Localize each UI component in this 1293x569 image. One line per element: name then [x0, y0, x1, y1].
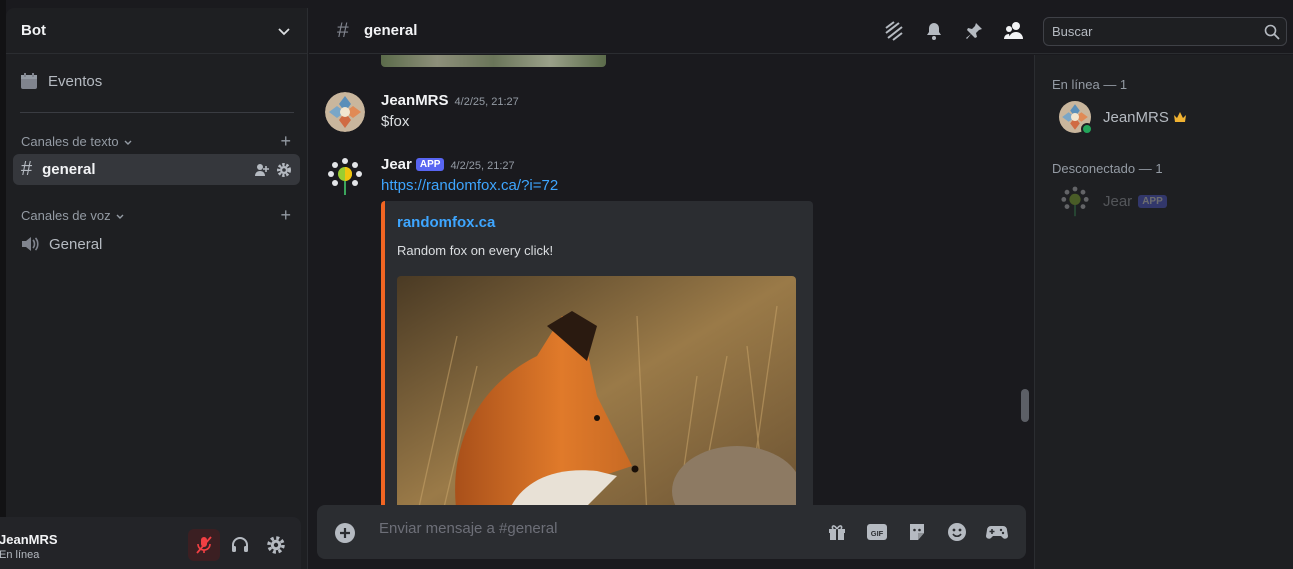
- deafen-button[interactable]: [224, 529, 256, 561]
- voice-category-label: Canales de voz: [21, 208, 111, 223]
- online-header: En línea — 1: [1052, 77, 1128, 92]
- offline-header: Desconectado — 1: [1052, 161, 1163, 176]
- gif-icon: GIF: [867, 524, 887, 540]
- member-list: En línea — 1 JeanMRS Desconectado — 1 Je…: [1034, 55, 1293, 569]
- member-name: Jear: [1103, 192, 1133, 210]
- fox-photo: [397, 276, 796, 505]
- voice-channel-general[interactable]: General: [21, 235, 102, 253]
- sticker-button[interactable]: [905, 520, 929, 544]
- mic-muted-icon: [196, 536, 212, 554]
- create-voice-channel-plus-icon[interactable]: +: [280, 205, 291, 226]
- avatar[interactable]: [325, 92, 365, 132]
- pinned-messages-button[interactable]: [963, 20, 985, 42]
- message-timestamp: 4/2/25, 21:27: [450, 160, 515, 172]
- search-box[interactable]: [1043, 17, 1287, 46]
- voice-channel-label: General: [49, 235, 103, 253]
- member-list-button[interactable]: [1003, 20, 1025, 42]
- gif-button[interactable]: GIF: [865, 520, 889, 544]
- search-icon: [1264, 24, 1280, 40]
- create-channel-plus-icon[interactable]: +: [280, 131, 291, 152]
- members-icon: [1004, 22, 1023, 39]
- activities-button[interactable]: [985, 520, 1009, 544]
- user-settings-button[interactable]: [260, 529, 292, 561]
- sticker-icon: [910, 524, 924, 540]
- invite-icon[interactable]: [254, 162, 270, 178]
- user-panel: JeanMRS En línea: [0, 517, 301, 569]
- channel-name: general: [42, 161, 96, 178]
- member-item[interactable]: Jear APP: [1059, 185, 1167, 217]
- threads-icon: [885, 21, 903, 41]
- chevron-down-icon: [116, 214, 124, 219]
- events-label: Eventos: [48, 72, 103, 90]
- headphones-icon: [232, 537, 248, 552]
- gear-icon[interactable]: [276, 162, 292, 178]
- embed-provider-link[interactable]: randomfox.ca: [397, 214, 495, 231]
- text-category[interactable]: Canales de texto +: [21, 131, 291, 152]
- message-input[interactable]: [379, 520, 799, 537]
- calendar-icon: [21, 73, 37, 89]
- message-list[interactable]: JeanMRS 4/2/25, 21:27 $fox Jear APP 4/2/25,…: [309, 55, 1033, 505]
- text-category-label: Canales de texto: [21, 134, 119, 149]
- member-item[interactable]: JeanMRS: [1059, 101, 1187, 135]
- chevron-down-icon: [124, 140, 132, 145]
- chevron-down-icon: [278, 27, 290, 35]
- svg-text:GIF: GIF: [871, 529, 884, 538]
- hash-icon: #: [21, 158, 33, 180]
- online-status-dot: [1081, 123, 1093, 135]
- gamepad-icon: [986, 526, 1008, 539]
- server-header[interactable]: Bot: [6, 8, 307, 54]
- channel-sidebar: Bot Eventos Canales de texto + # general…: [6, 8, 308, 569]
- threads-button[interactable]: [883, 20, 905, 42]
- mute-mic-button[interactable]: [188, 529, 220, 561]
- bot-avatar[interactable]: [325, 156, 365, 196]
- hash-icon: #: [337, 19, 349, 42]
- search-input[interactable]: [1044, 18, 1254, 45]
- message-content: $fox: [381, 113, 410, 130]
- gift-icon: [829, 525, 845, 540]
- message-link[interactable]: https://randomfox.ca/?i=72: [381, 177, 558, 194]
- channel-general[interactable]: # general: [13, 154, 300, 185]
- member-name: JeanMRS: [1103, 108, 1169, 126]
- gear-icon: [267, 536, 285, 554]
- message-composer: GIF: [317, 505, 1026, 559]
- member-avatar: [1059, 185, 1091, 217]
- user-status: En línea: [0, 549, 40, 561]
- add-attachment-icon[interactable]: [334, 522, 356, 544]
- app-badge: APP: [415, 158, 445, 171]
- channel-header: # general: [309, 8, 1293, 54]
- pin-icon: [966, 23, 982, 39]
- events-item[interactable]: Eventos: [20, 72, 102, 90]
- notifications-button[interactable]: [923, 20, 945, 42]
- message-timestamp: 4/2/25, 21:27: [454, 96, 519, 108]
- emoji-icon: [948, 523, 966, 541]
- crown-icon: [1173, 112, 1186, 122]
- bell-icon: [927, 23, 941, 40]
- member-avatar: [1059, 101, 1093, 135]
- speaker-icon: [22, 237, 39, 251]
- previous-image-attachment[interactable]: [381, 55, 606, 67]
- server-name: Bot: [21, 22, 46, 39]
- user-name[interactable]: JeanMRS: [0, 532, 58, 547]
- fox-image[interactable]: [397, 276, 796, 505]
- gift-button[interactable]: [825, 520, 849, 544]
- message-author[interactable]: JeanMRS 4/2/25, 21:27: [381, 92, 519, 109]
- divider: [20, 112, 294, 113]
- channel-title: general: [364, 22, 418, 39]
- scrollbar-thumb[interactable]: [1021, 389, 1029, 422]
- link-embed: randomfox.ca Random fox on every click!: [381, 201, 813, 505]
- voice-category[interactable]: Canales de voz +: [21, 205, 291, 226]
- app-badge: APP: [1138, 194, 1167, 208]
- emoji-button[interactable]: [945, 520, 969, 544]
- message-author[interactable]: Jear APP 4/2/25, 21:27: [381, 156, 515, 173]
- embed-description: Random fox on every click!: [397, 243, 554, 258]
